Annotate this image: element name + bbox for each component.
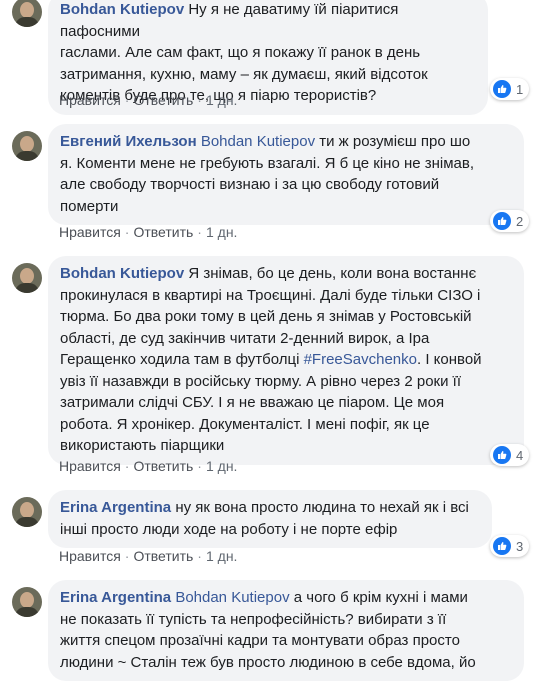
- comment-bubble: Erina Argentina Bohdan Kutiepov а чого б…: [48, 580, 524, 681]
- comment-text: Я знімав, бо це день, коли вона востаннє: [188, 265, 477, 282]
- separator: ·: [124, 548, 130, 564]
- reaction-count[interactable]: 4: [490, 444, 530, 466]
- reaction-number: 4: [516, 447, 524, 463]
- comment-author[interactable]: Евгений Ихельзон: [60, 133, 197, 150]
- comment-text: використають піарщики: [60, 437, 225, 454]
- comment-text: інші просто люди ходе на роботу і не пор…: [60, 520, 398, 538]
- comment-actions: Нравится · Ответить · 1 дн.: [59, 458, 237, 474]
- separator: ·: [124, 224, 130, 240]
- comment-actions: Нравится · Ответить · 1 дн.: [59, 92, 237, 108]
- comment-text: не показать її тупість та непрофесійніст…: [60, 610, 447, 628]
- like-link[interactable]: Нравится: [59, 224, 121, 240]
- reaction-number: 1: [516, 81, 524, 97]
- avatar[interactable]: [12, 587, 42, 617]
- separator: ·: [197, 458, 202, 474]
- comment-text: тюрма. Бо два роки тому в цей день я зні…: [60, 308, 472, 325]
- reply-link[interactable]: Ответить: [133, 548, 193, 564]
- like-icon: [493, 446, 511, 464]
- comment-text: померти: [60, 197, 119, 215]
- avatar[interactable]: [12, 131, 42, 161]
- like-icon: [493, 212, 511, 230]
- timestamp[interactable]: 1 дн.: [206, 458, 237, 474]
- comment-text: гаслами. Але сам факт, що я покажу її ра…: [60, 44, 421, 61]
- comment-text: області, де суд закінчив читати 2-денний…: [60, 329, 430, 347]
- comment-text: Геращенко ходила там в футболці: [60, 351, 300, 368]
- separator: ·: [197, 548, 202, 564]
- comment-bubble: Erina Argentina ну як вона просто людина…: [48, 490, 492, 548]
- like-link[interactable]: Нравится: [59, 92, 121, 108]
- reaction-count[interactable]: 1: [490, 78, 530, 100]
- reaction-count[interactable]: 3: [490, 535, 530, 557]
- avatar[interactable]: [12, 263, 42, 293]
- comment-text: життя спецом прозаїчні кадри та монтуват…: [60, 632, 460, 649]
- comment-text: затримання, кухню, маму – як думаєш, яки…: [60, 65, 428, 83]
- separator: ·: [124, 458, 130, 474]
- comment-author[interactable]: Bohdan Kutiepov: [60, 265, 184, 282]
- reaction-number: 2: [516, 213, 524, 229]
- comment-text: робота. Я хронікер. Документаліст. І мен…: [60, 415, 430, 433]
- reaction-number: 3: [516, 538, 524, 554]
- comment-text: а чого б крім кухні і мами: [293, 589, 468, 606]
- comment-text: . І конвой: [417, 351, 482, 368]
- timestamp[interactable]: 1 дн.: [206, 224, 237, 240]
- comment-actions: Нравится · Ответить · 1 дн.: [59, 548, 237, 564]
- like-link[interactable]: Нравится: [59, 458, 121, 474]
- comment-text: ну як вона просто людина то нехай як і в…: [175, 499, 469, 516]
- comment-text: увіз її назавжди в російську тюрму. А рі…: [60, 372, 461, 390]
- mention-link[interactable]: Bohdan Kutiepov: [201, 133, 315, 150]
- comment-text: я. Коменти мене не гребують взагалі. Я б…: [60, 154, 475, 172]
- timestamp[interactable]: 1 дн.: [206, 548, 237, 564]
- comment-author[interactable]: Erina Argentina: [60, 499, 171, 516]
- reply-link[interactable]: Ответить: [133, 224, 193, 240]
- hashtag-link[interactable]: #FreeSavchenko: [304, 351, 417, 368]
- comment-actions: Нравится · Ответить · 1 дн.: [59, 224, 237, 240]
- mention-link[interactable]: Bohdan Kutiepov: [175, 589, 289, 606]
- reply-link[interactable]: Ответить: [133, 92, 193, 108]
- separator: ·: [124, 92, 130, 108]
- reply-link[interactable]: Ответить: [133, 458, 193, 474]
- comment-text: ти ж розумієш про шо: [319, 133, 471, 150]
- comment-author[interactable]: Bohdan Kutiepov: [60, 1, 184, 18]
- timestamp[interactable]: 1 дн.: [206, 92, 237, 108]
- comment-text: людини ~ Сталін теж був просто людиною в…: [60, 653, 476, 671]
- comment-text: але свободу творчості визнаю і за цю сво…: [60, 176, 440, 193]
- like-icon: [493, 80, 511, 98]
- comment-bubble: Евгений Ихельзон Bohdan Kutiepov ти ж ро…: [48, 124, 524, 225]
- separator: ·: [197, 92, 202, 108]
- avatar[interactable]: [12, 497, 42, 527]
- comment-text: затримали слідчі СБУ. І я не вважаю це п…: [60, 394, 445, 411]
- comment-author[interactable]: Erina Argentina: [60, 589, 171, 606]
- avatar[interactable]: [12, 0, 42, 27]
- reaction-count[interactable]: 2: [490, 210, 530, 232]
- like-icon: [493, 537, 511, 555]
- separator: ·: [197, 224, 202, 240]
- comment-bubble: Bohdan Kutiepov Я знімав, бо це день, ко…: [48, 256, 524, 465]
- comment-text: прокинулася в квартирі на Троєщині. Далі…: [60, 286, 481, 304]
- like-link[interactable]: Нравится: [59, 548, 121, 564]
